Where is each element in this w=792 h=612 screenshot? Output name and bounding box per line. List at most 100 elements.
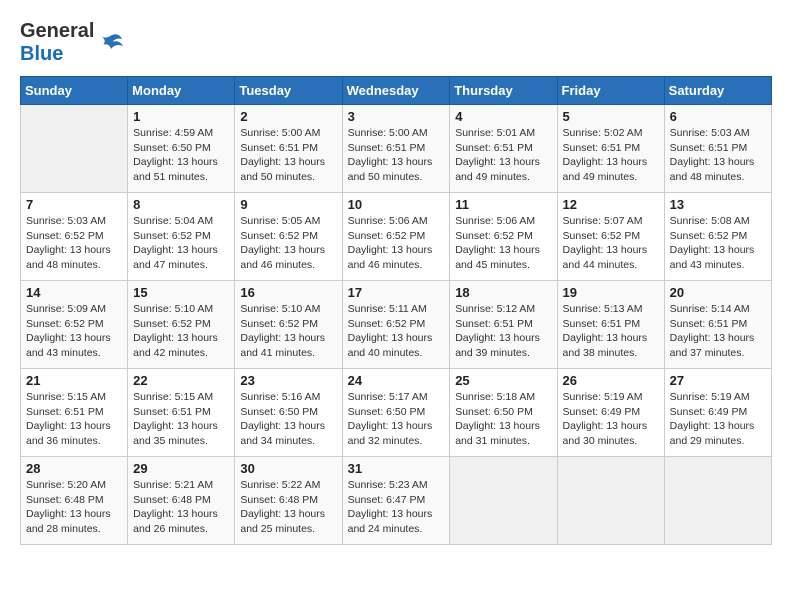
day-info: Sunrise: 5:04 AM Sunset: 6:52 PM Dayligh… xyxy=(133,214,229,273)
day-info: Sunrise: 5:07 AM Sunset: 6:52 PM Dayligh… xyxy=(563,214,659,273)
calendar-cell: 6 Sunrise: 5:03 AM Sunset: 6:51 PM Daylig… xyxy=(664,105,771,193)
calendar-cell: 26 Sunrise: 5:19 AM Sunset: 6:49 PM Dayli… xyxy=(557,369,664,457)
calendar-cell: 21 Sunrise: 5:15 AM Sunset: 6:51 PM Dayli… xyxy=(21,369,128,457)
logo-bird-icon xyxy=(96,28,126,58)
calendar-cell xyxy=(450,457,557,545)
day-number: 15 xyxy=(133,285,229,300)
calendar-cell: 22Sunrise: 5:15 AM Sunset: 6:51 PM Dayli… xyxy=(128,369,235,457)
day-number: 1 xyxy=(133,109,229,124)
day-number: 19 xyxy=(563,285,659,300)
day-number: 20 xyxy=(670,285,766,300)
day-number: 9 xyxy=(240,197,336,212)
day-info: Sunrise: 5:12 AM Sunset: 6:51 PM Dayligh… xyxy=(455,302,551,361)
logo: General Blue xyxy=(20,20,126,66)
calendar-cell: 18 Sunrise: 5:12 AM Sunset: 6:51 PM Dayli… xyxy=(450,281,557,369)
calendar-cell: 29Sunrise: 5:21 AM Sunset: 6:48 PM Dayli… xyxy=(128,457,235,545)
calendar-cell: 17 Sunrise: 5:11 AM Sunset: 6:52 PM Dayli… xyxy=(342,281,450,369)
day-info: Sunrise: 5:11 AM Sunset: 6:52 PM Dayligh… xyxy=(348,302,445,361)
calendar-cell: 5 Sunrise: 5:02 AM Sunset: 6:51 PM Daylig… xyxy=(557,105,664,193)
calendar-cell: 2Sunrise: 5:00 AM Sunset: 6:51 PM Daylig… xyxy=(235,105,342,193)
calendar-cell xyxy=(557,457,664,545)
day-info: Sunrise: 5:18 AM Sunset: 6:50 PM Dayligh… xyxy=(455,390,551,449)
day-number: 3 xyxy=(348,109,445,124)
day-number: 16 xyxy=(240,285,336,300)
calendar-cell: 19 Sunrise: 5:13 AM Sunset: 6:51 PM Dayli… xyxy=(557,281,664,369)
calendar-cell: 31Sunrise: 5:23 AM Sunset: 6:47 PM Dayli… xyxy=(342,457,450,545)
day-number: 23 xyxy=(240,373,336,388)
calendar-body: 1 Sunrise: 4:59 AM Sunset: 6:50 PM Daylig… xyxy=(21,105,772,545)
day-number: 25 xyxy=(455,373,551,388)
day-info: Sunrise: 5:06 AM Sunset: 6:52 PM Dayligh… xyxy=(348,214,445,273)
calendar-cell: 12 Sunrise: 5:07 AM Sunset: 6:52 PM Dayli… xyxy=(557,193,664,281)
day-info: Sunrise: 5:08 AM Sunset: 6:52 PM Dayligh… xyxy=(670,214,766,273)
week-row-1: 1 Sunrise: 4:59 AM Sunset: 6:50 PM Daylig… xyxy=(21,105,772,193)
day-number: 26 xyxy=(563,373,659,388)
day-number: 4 xyxy=(455,109,551,124)
calendar-table: SundayMondayTuesdayWednesdayThursdayFrid… xyxy=(20,76,772,545)
calendar-cell: 20Sunrise: 5:14 AM Sunset: 6:51 PM Dayli… xyxy=(664,281,771,369)
day-number: 18 xyxy=(455,285,551,300)
day-number: 11 xyxy=(455,197,551,212)
col-header-monday: Monday xyxy=(128,77,235,105)
calendar-cell: 8 Sunrise: 5:04 AM Sunset: 6:52 PM Daylig… xyxy=(128,193,235,281)
day-number: 30 xyxy=(240,461,336,476)
day-info: Sunrise: 5:15 AM Sunset: 6:51 PM Dayligh… xyxy=(133,390,229,449)
logo-general: General xyxy=(20,20,94,42)
calendar-cell xyxy=(21,105,128,193)
calendar-cell xyxy=(664,457,771,545)
calendar-cell: 1 Sunrise: 4:59 AM Sunset: 6:50 PM Daylig… xyxy=(128,105,235,193)
week-row-3: 14 Sunrise: 5:09 AM Sunset: 6:52 PM Dayli… xyxy=(21,281,772,369)
day-info: Sunrise: 5:02 AM Sunset: 6:51 PM Dayligh… xyxy=(563,126,659,185)
day-info: Sunrise: 5:13 AM Sunset: 6:51 PM Dayligh… xyxy=(563,302,659,361)
calendar-cell: 30 Sunrise: 5:22 AM Sunset: 6:48 PM Dayli… xyxy=(235,457,342,545)
day-number: 17 xyxy=(348,285,445,300)
logo-blue: Blue xyxy=(20,43,63,65)
day-info: Sunrise: 5:19 AM Sunset: 6:49 PM Dayligh… xyxy=(563,390,659,449)
day-info: Sunrise: 5:00 AM Sunset: 6:51 PM Dayligh… xyxy=(348,126,445,185)
day-number: 24 xyxy=(348,373,445,388)
calendar-cell: 4Sunrise: 5:01 AM Sunset: 6:51 PM Daylig… xyxy=(450,105,557,193)
day-info: Sunrise: 4:59 AM Sunset: 6:50 PM Dayligh… xyxy=(133,126,229,185)
calendar-cell: 9 Sunrise: 5:05 AM Sunset: 6:52 PM Daylig… xyxy=(235,193,342,281)
week-row-5: 28 Sunrise: 5:20 AM Sunset: 6:48 PM Dayli… xyxy=(21,457,772,545)
calendar-cell: 16 Sunrise: 5:10 AM Sunset: 6:52 PM Dayli… xyxy=(235,281,342,369)
page-header: General Blue xyxy=(20,20,772,66)
day-number: 27 xyxy=(670,373,766,388)
col-header-friday: Friday xyxy=(557,77,664,105)
col-header-tuesday: Tuesday xyxy=(235,77,342,105)
day-info: Sunrise: 5:06 AM Sunset: 6:52 PM Dayligh… xyxy=(455,214,551,273)
day-info: Sunrise: 5:03 AM Sunset: 6:51 PM Dayligh… xyxy=(670,126,766,185)
day-info: Sunrise: 5:20 AM Sunset: 6:48 PM Dayligh… xyxy=(26,478,122,537)
day-info: Sunrise: 5:09 AM Sunset: 6:52 PM Dayligh… xyxy=(26,302,122,361)
day-info: Sunrise: 5:21 AM Sunset: 6:48 PM Dayligh… xyxy=(133,478,229,537)
day-number: 21 xyxy=(26,373,122,388)
day-info: Sunrise: 5:16 AM Sunset: 6:50 PM Dayligh… xyxy=(240,390,336,449)
week-row-2: 7Sunrise: 5:03 AM Sunset: 6:52 PM Daylig… xyxy=(21,193,772,281)
col-header-sunday: Sunday xyxy=(21,77,128,105)
day-number: 14 xyxy=(26,285,122,300)
day-number: 7 xyxy=(26,197,122,212)
calendar-cell: 15 Sunrise: 5:10 AM Sunset: 6:52 PM Dayli… xyxy=(128,281,235,369)
calendar-cell: 23 Sunrise: 5:16 AM Sunset: 6:50 PM Dayli… xyxy=(235,369,342,457)
day-number: 6 xyxy=(670,109,766,124)
day-info: Sunrise: 5:05 AM Sunset: 6:52 PM Dayligh… xyxy=(240,214,336,273)
day-number: 8 xyxy=(133,197,229,212)
day-info: Sunrise: 5:17 AM Sunset: 6:50 PM Dayligh… xyxy=(348,390,445,449)
calendar-cell: 10 Sunrise: 5:06 AM Sunset: 6:52 PM Dayli… xyxy=(342,193,450,281)
calendar-cell: 3 Sunrise: 5:00 AM Sunset: 6:51 PM Daylig… xyxy=(342,105,450,193)
calendar-cell: 28 Sunrise: 5:20 AM Sunset: 6:48 PM Dayli… xyxy=(21,457,128,545)
calendar-cell: 13Sunrise: 5:08 AM Sunset: 6:52 PM Dayli… xyxy=(664,193,771,281)
day-info: Sunrise: 5:15 AM Sunset: 6:51 PM Dayligh… xyxy=(26,390,122,449)
day-info: Sunrise: 5:10 AM Sunset: 6:52 PM Dayligh… xyxy=(133,302,229,361)
day-info: Sunrise: 5:10 AM Sunset: 6:52 PM Dayligh… xyxy=(240,302,336,361)
day-info: Sunrise: 5:22 AM Sunset: 6:48 PM Dayligh… xyxy=(240,478,336,537)
col-header-saturday: Saturday xyxy=(664,77,771,105)
day-number: 31 xyxy=(348,461,445,476)
day-number: 10 xyxy=(348,197,445,212)
col-header-thursday: Thursday xyxy=(450,77,557,105)
day-number: 5 xyxy=(563,109,659,124)
day-number: 12 xyxy=(563,197,659,212)
day-info: Sunrise: 5:00 AM Sunset: 6:51 PM Dayligh… xyxy=(240,126,336,185)
day-number: 28 xyxy=(26,461,122,476)
calendar-cell: 24 Sunrise: 5:17 AM Sunset: 6:50 PM Dayli… xyxy=(342,369,450,457)
